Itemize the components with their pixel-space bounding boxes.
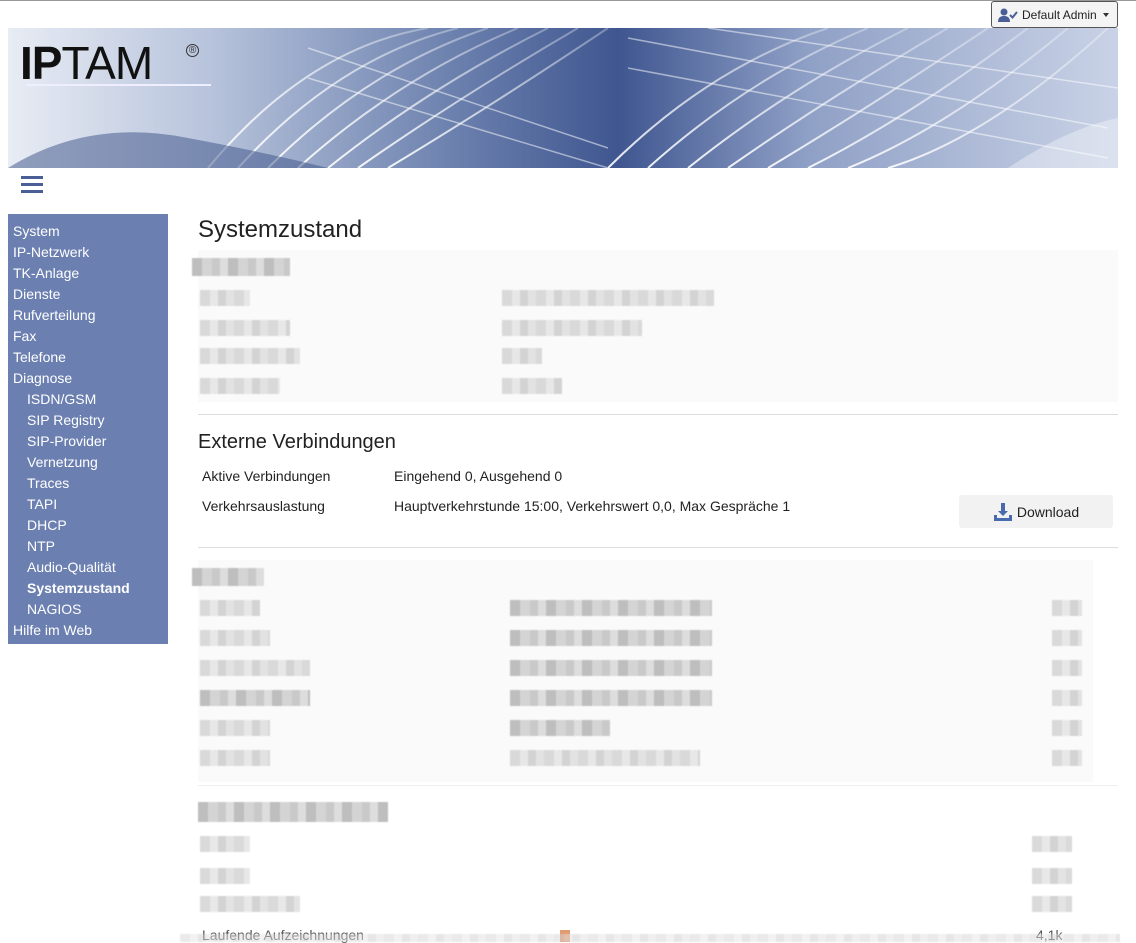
active-connections-label: Aktive Verbindungen xyxy=(202,468,331,484)
active-connections-value: Eingehend 0, Ausgehend 0 xyxy=(394,468,563,484)
redacted-text xyxy=(200,690,310,706)
logo-underline xyxy=(26,84,211,86)
menu-toggle-icon[interactable] xyxy=(21,176,43,194)
download-button[interactable]: Download xyxy=(959,495,1113,528)
caret-down-icon xyxy=(1102,12,1109,17)
redacted-heading xyxy=(192,568,264,586)
redacted-text xyxy=(200,720,270,736)
redacted-text xyxy=(1032,896,1072,912)
iptam-logo: IPTAM xyxy=(20,37,153,89)
sidebar-item-tapi[interactable]: TAPI xyxy=(8,494,168,515)
redacted-heading xyxy=(192,258,290,276)
sidebar-item-audio-qualität[interactable]: Audio-Qualität xyxy=(8,557,168,578)
redacted-text xyxy=(200,378,280,394)
registered-mark: ® xyxy=(186,44,199,57)
sidebar-item-tk-anlage[interactable]: TK-Anlage xyxy=(8,263,168,284)
redacted-text xyxy=(200,868,250,884)
top-border xyxy=(0,0,1136,1)
user-menu-label: Default Admin xyxy=(1022,7,1097,22)
sidebar-item-dhcp[interactable]: DHCP xyxy=(8,515,168,536)
redacted-text xyxy=(1052,690,1082,706)
user-check-icon xyxy=(998,8,1018,22)
sidebar-item-dienste[interactable]: Dienste xyxy=(8,284,168,305)
sidebar-item-systemzustand[interactable]: Systemzustand xyxy=(8,578,168,599)
redacted-text xyxy=(510,750,700,766)
sidebar-item-hilfe-im-web[interactable]: Hilfe im Web xyxy=(8,620,168,641)
redacted-text xyxy=(510,630,712,646)
redacted-text xyxy=(200,320,290,336)
traffic-load-label: Verkehrsauslastung xyxy=(202,498,325,514)
sidebar-item-sip-provider[interactable]: SIP-Provider xyxy=(8,431,168,452)
section-heading-external: Externe Verbindungen xyxy=(198,431,396,453)
redacted-text xyxy=(510,720,610,736)
sidebar-item-nagios[interactable]: NAGIOS xyxy=(8,599,168,620)
page-title: Systemzustand xyxy=(198,216,363,243)
sidebar-item-fax[interactable]: Fax xyxy=(8,326,168,347)
banner-architecture-graphic xyxy=(8,28,1118,168)
sidebar-item-vernetzung[interactable]: Vernetzung xyxy=(8,452,168,473)
section-divider xyxy=(198,414,1118,415)
sidebar-item-isdn-gsm[interactable]: ISDN/GSM xyxy=(8,389,168,410)
header-banner: IPTAM ® xyxy=(8,28,1118,168)
redacted-text xyxy=(1052,600,1082,616)
redacted-text xyxy=(1052,630,1082,646)
redacted-text xyxy=(1052,750,1082,766)
redacted-text xyxy=(200,290,250,306)
sidebar-item-ntp[interactable]: NTP xyxy=(8,536,168,557)
redacted-text xyxy=(502,290,714,306)
redacted-text xyxy=(502,320,642,336)
redacted-heading xyxy=(198,802,388,822)
redacted-text xyxy=(1052,720,1082,736)
redacted-text xyxy=(1052,660,1082,676)
traffic-load-value: Hauptverkehrstunde 15:00, Verkehrswert 0… xyxy=(394,498,791,514)
section-divider xyxy=(198,547,1118,548)
redacted-text xyxy=(200,836,250,852)
user-menu-button[interactable]: Default Admin xyxy=(991,1,1118,28)
redacted-section xyxy=(198,250,1118,402)
sidebar-item-sip-registry[interactable]: SIP Registry xyxy=(8,410,168,431)
redacted-text xyxy=(510,690,712,706)
sidebar-item-ip-netzwerk[interactable]: IP-Netzwerk xyxy=(8,242,168,263)
sidebar-item-traces[interactable]: Traces xyxy=(8,473,168,494)
redacted-text xyxy=(200,600,260,616)
sidebar-nav: System IP-Netzwerk TK-Anlage Dienste Rufvert… xyxy=(8,214,168,644)
sidebar-item-rufverteilung[interactable]: Rufverteilung xyxy=(8,305,168,326)
redacted-text xyxy=(200,630,270,646)
redacted-text xyxy=(510,660,712,676)
redacted-text xyxy=(1032,868,1072,884)
redacted-text xyxy=(200,896,300,912)
download-label: Download xyxy=(1016,503,1080,520)
redacted-text xyxy=(200,348,300,364)
sidebar-item-diagnose[interactable]: Diagnose xyxy=(8,368,168,389)
sidebar-item-system[interactable]: System xyxy=(8,221,168,242)
section-divider xyxy=(198,785,1118,786)
redacted-text xyxy=(200,750,270,766)
redacted-text xyxy=(510,600,712,616)
redacted-text xyxy=(1032,836,1072,852)
download-icon xyxy=(993,502,1012,521)
redacted-text xyxy=(502,348,542,364)
redacted-text xyxy=(200,660,310,676)
sidebar-item-telefone[interactable]: Telefone xyxy=(8,347,168,368)
redacted-text xyxy=(502,378,562,394)
